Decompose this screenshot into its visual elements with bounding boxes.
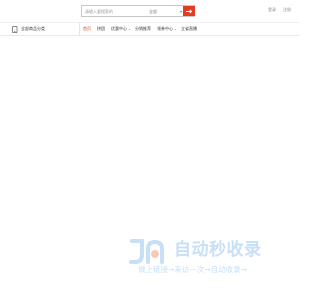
nav-item-label: 拼团 [97, 26, 105, 31]
nav-item-home[interactable]: 首页 [83, 23, 91, 35]
nav-item-distribution[interactable]: 分销推荐 [135, 23, 151, 35]
search-button[interactable] [183, 6, 195, 16]
nav-item-group-buy[interactable]: 拼团 [97, 23, 105, 35]
search-bar: 全部 ▾ [81, 5, 195, 17]
chevron-down-icon: ⌄ [174, 27, 177, 31]
register-link[interactable]: 注册 [283, 7, 291, 13]
search-scope-select[interactable]: 全部 ▾ [147, 8, 182, 15]
watermark-slogan: 做上链接→来访一次→自动收录→ [138, 265, 247, 274]
chevron-down-icon: ▾ [179, 9, 182, 14]
chevron-down-icon: ⌄ [128, 27, 131, 31]
nav-item-live[interactable]: 立省直播 [181, 23, 197, 35]
phone-icon [12, 25, 18, 33]
all-categories-button[interactable]: 全部商品分类 [12, 23, 79, 35]
nav-item-label: 首页 [83, 26, 91, 31]
nav-item-label: 领券中心 [157, 26, 173, 31]
nav-underline [0, 35, 300, 36]
search-scope-label: 全部 [149, 9, 157, 14]
watermark: 自动秒收录 做上链接→来访一次→自动收录→ [120, 237, 285, 277]
watermark-title: 自动秒收录 [174, 240, 262, 260]
search-input[interactable] [85, 9, 143, 15]
watermark-logo-icon [129, 239, 164, 264]
all-categories-label: 全部商品分类 [21, 26, 45, 31]
nav-item-coupon-center[interactable]: 领券中心⌄ [157, 23, 177, 35]
nav-bar: 全部商品分类 首页 拼团 优惠中心⌄ 分销推荐 领券中心⌄ 立省直播 [0, 23, 300, 35]
login-link[interactable]: 登录 [268, 7, 276, 13]
nav-divider [79, 23, 80, 35]
nav-item-discount-center[interactable]: 优惠中心⌄ [111, 23, 131, 35]
nav-item-label: 立省直播 [181, 26, 197, 31]
arrow-right-icon [185, 8, 192, 14]
nav-item-label: 优惠中心 [111, 26, 127, 31]
nav-item-label: 分销推荐 [135, 26, 151, 31]
